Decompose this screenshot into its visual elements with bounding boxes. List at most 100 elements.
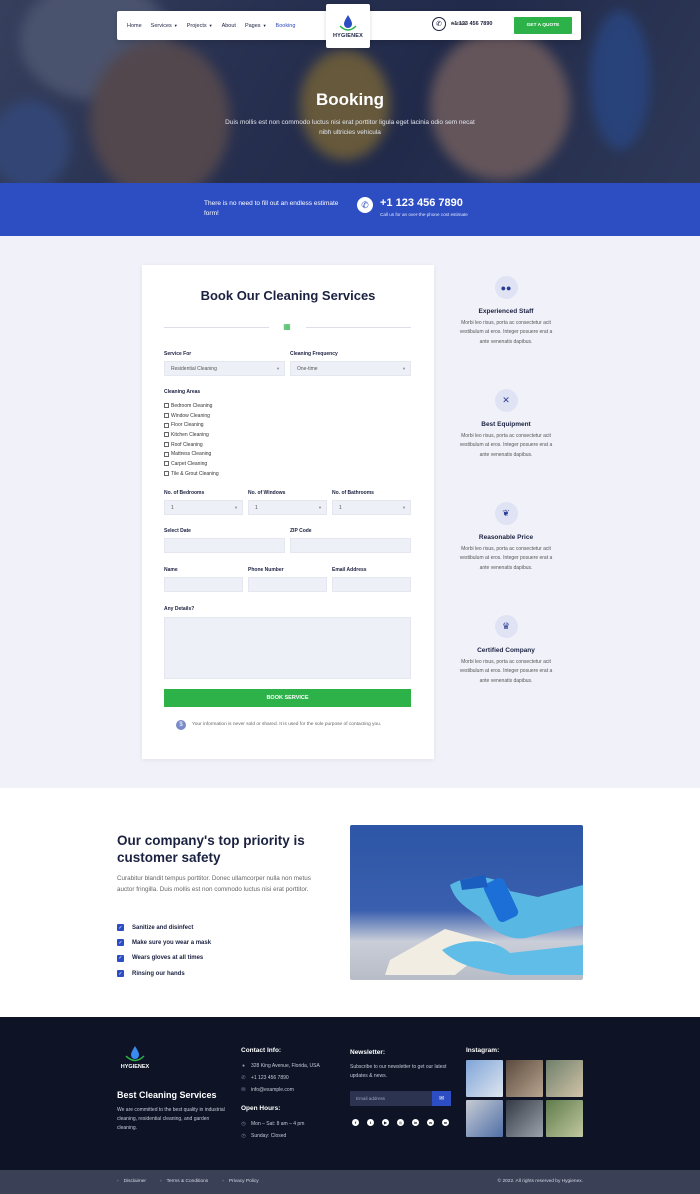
chevron-down-icon: ▼ (234, 505, 238, 510)
phone-icon: ✆ (432, 17, 446, 31)
site-logo[interactable]: HYGIENEX (326, 4, 370, 48)
footer-about: We are committed to the best quality in … (117, 1107, 225, 1131)
tools-icon: ✕ (494, 389, 518, 412)
clock-icon: ◷ (241, 1121, 246, 1127)
area-checkbox[interactable]: Kitchen Cleaning (164, 430, 219, 440)
nav-booking[interactable]: Booking (276, 23, 296, 29)
service-select[interactable]: Residential Cleaning ▼ (164, 361, 285, 376)
nav-about[interactable]: About (222, 23, 236, 29)
page-subtitle: Duis mollis est non commodo luctus nisi … (225, 119, 475, 136)
area-checkbox[interactable]: Tile & Grout Cleaning (164, 469, 219, 479)
area-checkbox[interactable]: Carpet Cleaning (164, 459, 219, 469)
instagram-grid (466, 1060, 583, 1137)
chevron-down-icon: ▼ (318, 505, 322, 510)
contact-title: Contact Info: (241, 1047, 282, 1054)
area-checkbox[interactable]: Mattress Cleaning (164, 449, 219, 459)
feature-reasonable-price: ❦ Reasonable Price Morbi leo risus, port… (456, 502, 556, 573)
footer-email[interactable]: ✉ info@example.com (241, 1087, 293, 1093)
bathrooms-label: No. of Bathrooms (332, 490, 374, 496)
mail-icon: ✉ (241, 1087, 246, 1093)
linkedin-icon[interactable]: in (412, 1119, 419, 1126)
feature-best-equipment: ✕ Best Equipment Morbi leo risus, porta … (456, 389, 556, 460)
site-footer: HYGIENEX Best Cleaning Services We are c… (0, 1017, 700, 1170)
cleaning-photo (350, 825, 583, 980)
nav-home[interactable]: Home (127, 23, 142, 29)
details-textarea[interactable] (164, 617, 411, 679)
area-checkbox[interactable]: Floor Cleaning (164, 420, 219, 430)
areas-label: Cleaning Areas (164, 389, 201, 395)
feature-experienced-staff: ●● Experienced Staff Morbi leo risus, po… (456, 276, 556, 347)
check-icon: ✓ (117, 924, 124, 932)
booking-form: Book Our Cleaning Services ▦ Service For… (142, 265, 434, 759)
nav-projects[interactable]: Projects ▼ (187, 23, 213, 29)
instagram-icon[interactable]: ◎ (397, 1119, 404, 1126)
safety-section: Our company's top priority is customer s… (0, 788, 700, 1017)
frequency-select[interactable]: One-time ▼ (290, 361, 411, 376)
chevron-down-icon: ▼ (262, 22, 267, 28)
whatsapp-icon[interactable]: w (427, 1119, 434, 1126)
bedrooms-label: No. of Bedrooms (164, 490, 205, 496)
main-navbar: Home Services ▼ Projects ▼ About Pages ▼ Bo… (117, 4, 581, 48)
feature-certified-company: ♛ Certified Company Morbi leo risus, por… (456, 615, 556, 686)
hero-banner: Booking Duis mollis est non commodo luct… (0, 0, 700, 183)
footer-bottom-bar: Disclaimer Terms & Conditions Privacy Po… (0, 1170, 700, 1194)
nav-links: Home Services ▼ Projects ▼ About Pages ▼ Bo… (127, 11, 295, 40)
zip-input[interactable] (290, 538, 411, 553)
privacy-link[interactable]: Privacy Policy (222, 1179, 259, 1184)
hours-weekday: ◷ Mon – Sat: 8 am – 4 pm (241, 1121, 305, 1127)
droplet-logo-icon (339, 14, 357, 31)
copyright: © 2022. All rights reserved by Hygienex. (497, 1179, 583, 1184)
banner-note: Call us for an over-the-phone cost estim… (380, 212, 468, 217)
email-input[interactable] (332, 577, 411, 592)
facebook-icon[interactable]: f (352, 1119, 359, 1126)
footer-phone[interactable]: ✆ +1 123 456 7890 (241, 1075, 288, 1081)
messenger-icon[interactable]: m (442, 1119, 449, 1126)
terms-link[interactable]: Terms & Conditions (160, 1179, 209, 1184)
banner-phone[interactable]: +1 123 456 7890 (380, 197, 463, 209)
list-item: ✓ Make sure you wear a mask (117, 939, 212, 947)
location-icon: ● (241, 1063, 246, 1069)
safety-title: Our company's top priority is customer s… (117, 833, 305, 865)
instagram-thumb[interactable] (506, 1100, 543, 1137)
bedrooms-select[interactable]: 1 ▼ (164, 500, 243, 515)
instagram-thumb[interactable] (466, 1100, 503, 1137)
area-checkbox[interactable]: Bedroom Cleaning (164, 401, 219, 411)
phone-input[interactable] (248, 577, 327, 592)
check-icon: ✓ (117, 954, 124, 962)
instagram-thumb[interactable] (466, 1060, 503, 1097)
newsletter-title: Newsletter: (350, 1049, 386, 1056)
instagram-thumb[interactable] (546, 1100, 583, 1137)
check-icon: ✓ (117, 970, 124, 978)
book-service-button[interactable]: BOOK SERVICE (164, 689, 411, 707)
chevron-down-icon: ▼ (173, 22, 178, 28)
form-title: Book Our Cleaning Services (200, 288, 376, 303)
area-checkbox[interactable]: Window Cleaning (164, 411, 219, 421)
name-label: Name (164, 567, 178, 573)
disclaimer-link[interactable]: Disclaimer (117, 1179, 146, 1184)
info-icon: $ (176, 720, 186, 730)
youtube-icon[interactable]: ▶ (382, 1119, 389, 1126)
hotline[interactable]: ✆ Hotline +1 123 456 7890 (432, 17, 492, 31)
nav-services[interactable]: Services ▼ (151, 23, 178, 29)
get-a-quote-button[interactable]: GET A QUOTE (514, 17, 572, 34)
footer-logo[interactable]: HYGIENEX (117, 1045, 153, 1070)
windows-select[interactable]: 1 ▼ (248, 500, 327, 515)
instagram-thumb[interactable] (546, 1060, 583, 1097)
footer-brand: Best Cleaning Services (117, 1090, 217, 1100)
leaf-icon: ❦ (494, 502, 518, 525)
twitter-icon[interactable]: t (367, 1119, 374, 1126)
check-icon: ✓ (117, 939, 124, 947)
instagram-thumb[interactable] (506, 1060, 543, 1097)
phone-icon: ✆ (357, 197, 373, 213)
hours-sunday: ◷ Sunday: Closed (241, 1133, 287, 1139)
crown-icon: ♛ (494, 615, 518, 638)
name-input[interactable] (164, 577, 243, 592)
bathrooms-select[interactable]: 1 ▼ (332, 500, 411, 515)
phone-icon: ✆ (241, 1075, 246, 1081)
nav-pages[interactable]: Pages ▼ (245, 23, 267, 29)
newsletter-email-input[interactable]: Email address (350, 1091, 432, 1106)
area-checkbox[interactable]: Roof Cleaning (164, 440, 219, 450)
date-input[interactable] (164, 538, 285, 553)
newsletter-submit-button[interactable]: ✉ (432, 1091, 451, 1106)
chevron-down-icon: ▼ (208, 22, 213, 28)
